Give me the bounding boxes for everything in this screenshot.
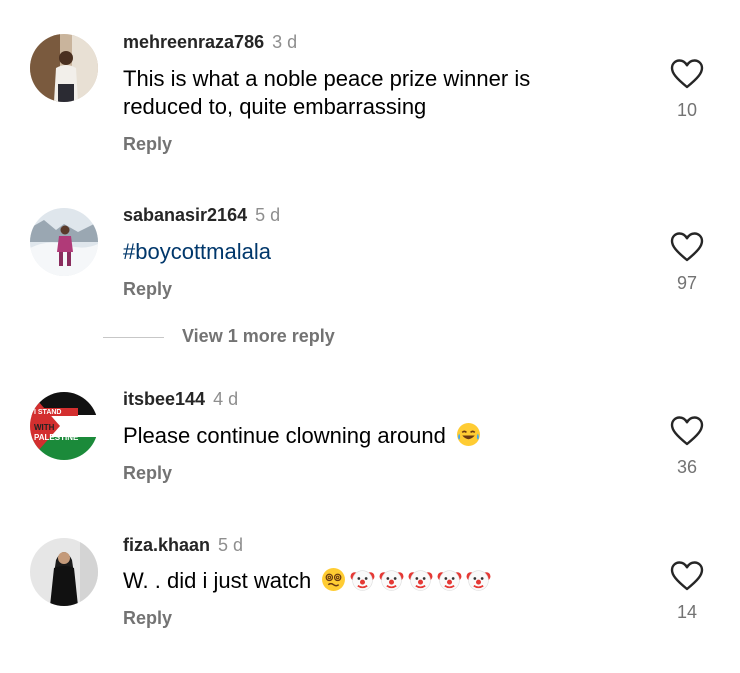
like-button[interactable] (670, 416, 704, 446)
like-button[interactable] (670, 232, 704, 262)
comment-header: sabanasir2164 5 d (123, 205, 280, 226)
reply-button[interactable]: Reply (123, 463, 172, 484)
reply-button[interactable]: Reply (123, 134, 172, 155)
username[interactable]: sabanasir2164 (123, 205, 247, 225)
timestamp: 4 d (213, 389, 239, 409)
clown-face-icon (379, 567, 404, 592)
clown-face-icon (350, 567, 375, 592)
username[interactable]: fiza.khaan (123, 535, 210, 555)
like-button[interactable] (670, 561, 704, 591)
comment-text-body: Please continue clowning around (123, 423, 446, 448)
heart-icon (670, 416, 704, 446)
view-more-replies-label: View 1 more reply (182, 326, 335, 346)
username[interactable]: itsbee144 (123, 389, 205, 409)
comment-header: mehreenraza786 3 d (123, 32, 297, 53)
avatar[interactable] (30, 208, 98, 276)
heart-icon (670, 561, 704, 591)
comment-text: Please continue clowning around (123, 422, 593, 450)
comment-item: sabanasir2164 5 d #boycottmalala Reply 97 (0, 205, 740, 315)
avatar[interactable] (30, 34, 98, 102)
reply-button[interactable]: Reply (123, 279, 172, 300)
timestamp: 5 d (255, 205, 281, 225)
comment-item: fiza.khaan 5 d W. . did i just watch Repl… (0, 535, 740, 635)
avatar-text: I STAND (34, 409, 61, 416)
heart-icon (670, 59, 704, 89)
timestamp: 3 d (272, 32, 298, 52)
clown-face-icon (408, 567, 433, 592)
comment-item: I STAND WITH PALESTINE itsbee144 4 d Plea… (0, 389, 740, 489)
hashtag-link[interactable]: #boycottmalala (123, 238, 593, 266)
reply-button[interactable]: Reply (123, 608, 172, 629)
avatar-text: PALESTINE (34, 433, 79, 442)
like-count: 14 (676, 602, 698, 622)
like-button[interactable] (670, 59, 704, 89)
face-with-tears-of-joy-icon (456, 422, 481, 447)
comment-header: itsbee144 4 d (123, 389, 238, 410)
dizzy-face-icon (321, 567, 346, 592)
divider (103, 337, 164, 338)
comment-item: mehreenraza786 3 d This is what a noble p… (0, 32, 740, 162)
comment-text: W. . did i just watch (123, 567, 593, 595)
like-count: 36 (676, 457, 698, 477)
clown-face-icon (466, 567, 491, 592)
timestamp: 5 d (218, 535, 244, 555)
clown-face-icon (437, 567, 462, 592)
avatar-text: WITH (34, 423, 55, 432)
avatar[interactable]: I STAND WITH PALESTINE (30, 392, 98, 460)
avatar[interactable] (30, 538, 98, 606)
comment-header: fiza.khaan 5 d (123, 535, 243, 556)
like-count: 97 (676, 273, 698, 293)
comment-text-body: W. . did i just watch (123, 568, 312, 593)
comment-text: This is what a noble peace prize winner … (123, 66, 531, 119)
username[interactable]: mehreenraza786 (123, 32, 264, 52)
like-count: 10 (676, 100, 698, 120)
heart-icon (670, 232, 704, 262)
